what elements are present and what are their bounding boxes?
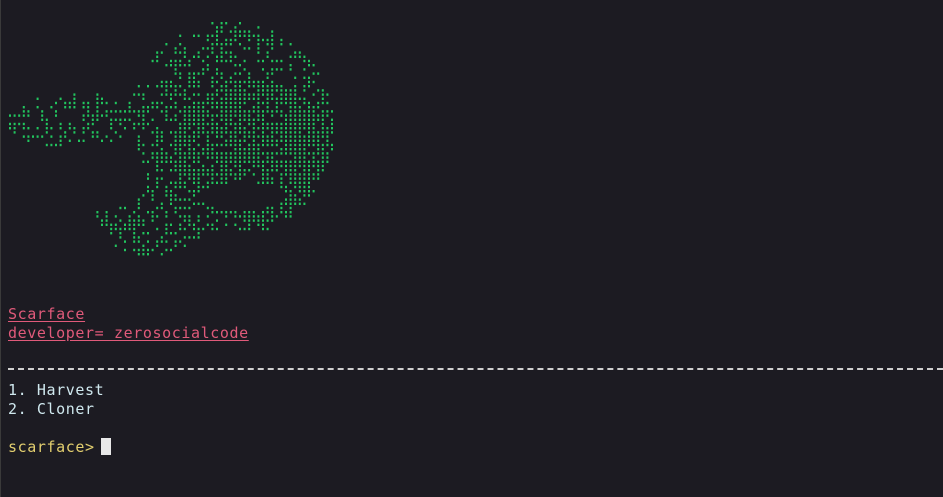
menu-item-cloner: 2. Cloner: [8, 400, 95, 418]
prompt-line[interactable]: scarface>: [8, 438, 111, 457]
banner-title: Scarface: [8, 305, 86, 323]
banner-developer: developer= zerosocialcode: [8, 324, 249, 342]
menu-item-harvest: 1. Harvest: [8, 381, 105, 399]
divider: [8, 368, 943, 370]
tiger-ascii-logo: [9, 22, 333, 256]
prompt-label: scarface>: [8, 438, 95, 456]
tiger-ascii-dots: [9, 22, 333, 256]
terminal-cursor: [100, 438, 111, 455]
